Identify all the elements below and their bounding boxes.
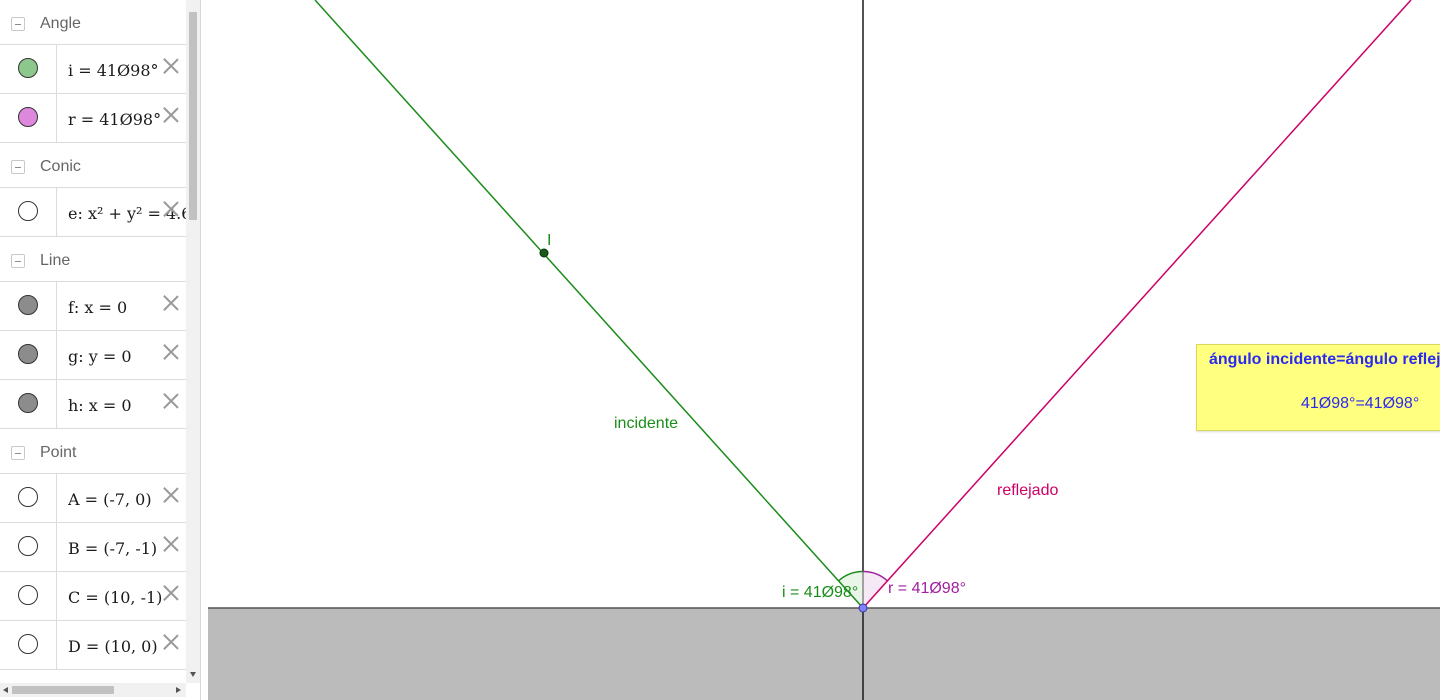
marble-cell — [0, 523, 57, 571]
delete-icon[interactable] — [163, 585, 179, 601]
group-title-point: Point — [40, 444, 77, 461]
algebra-item-line-g[interactable]: g: y = 0 — [0, 331, 186, 380]
note-equation-text: ángulo incidente=ángulo reflejado — [1209, 351, 1440, 368]
algebra-list: Angle i = 41Ø98° r = 41Ø98° Conic e: x² … — [0, 0, 186, 683]
delete-icon[interactable] — [163, 393, 179, 409]
group-header-point[interactable]: Point — [0, 429, 186, 474]
incident-label: incidente — [614, 415, 678, 432]
marble-cell — [0, 380, 57, 428]
group-title-conic: Conic — [40, 158, 81, 175]
delete-icon[interactable] — [163, 487, 179, 503]
equality-text-box[interactable]: ángulo incidente=ángulo reflejado 41Ø98°… — [1196, 344, 1440, 431]
point-i[interactable] — [539, 248, 549, 258]
visibility-marble[interactable] — [18, 487, 38, 507]
marble-cell — [0, 45, 57, 93]
delete-icon[interactable] — [163, 201, 179, 217]
marble-cell — [0, 474, 57, 522]
visibility-marble[interactable] — [18, 585, 38, 605]
delete-icon[interactable] — [163, 58, 179, 74]
algebra-item-point-b[interactable]: B = (-7, -1) — [0, 523, 186, 572]
point-i-label: I — [547, 232, 551, 249]
marble-cell — [0, 282, 57, 330]
ground-region[interactable] — [208, 608, 1440, 700]
marble-cell — [0, 621, 57, 669]
collapse-icon[interactable] — [11, 17, 25, 31]
algebra-item-angle-r[interactable]: r = 41Ø98° — [0, 94, 186, 143]
incident-ray[interactable] — [314, 0, 864, 609]
angle-i-label: i = 41Ø98° — [782, 584, 858, 601]
angle-r-sector[interactable] — [863, 571, 888, 609]
visibility-marble[interactable] — [18, 634, 38, 654]
algebra-view: Angle i = 41Ø98° r = 41Ø98° Conic e: x² … — [0, 0, 201, 700]
delete-icon[interactable] — [163, 344, 179, 360]
algebra-vertical-scrollbar[interactable] — [186, 0, 200, 683]
group-title-line: Line — [40, 252, 71, 269]
scroll-right-arrow-icon[interactable] — [176, 687, 181, 693]
collapse-icon[interactable] — [11, 446, 25, 460]
graphics-view[interactable]: I incidente reflejado i = 41Ø98° r = 41Ø… — [201, 0, 1440, 700]
algebra-item-point-a[interactable]: A = (-7, 0) — [0, 474, 186, 523]
note-values-text: 41Ø98°=41Ø98° — [1301, 395, 1420, 412]
collapse-icon[interactable] — [11, 254, 25, 268]
visibility-marble[interactable] — [18, 58, 38, 78]
intersection-point[interactable] — [858, 603, 868, 613]
group-title-angle: Angle — [40, 15, 81, 32]
scroll-left-arrow-icon[interactable] — [3, 687, 8, 693]
visibility-marble[interactable] — [18, 344, 38, 364]
delete-icon[interactable] — [163, 536, 179, 552]
algebra-item-conic-e[interactable]: e: x² + y² = 4.6 — [0, 188, 186, 237]
visibility-marble[interactable] — [18, 201, 38, 221]
group-header-conic[interactable]: Conic — [0, 143, 186, 188]
algebra-item-point-c[interactable]: C = (10, -1) — [0, 572, 186, 621]
delete-icon[interactable] — [163, 295, 179, 311]
visibility-marble[interactable] — [18, 536, 38, 556]
scrollbar-thumb[interactable] — [12, 686, 114, 694]
visibility-marble[interactable] — [18, 107, 38, 127]
reflected-label: reflejado — [997, 482, 1058, 499]
scroll-down-arrow-icon[interactable] — [190, 672, 196, 677]
scrollbar-thumb[interactable] — [189, 12, 197, 220]
group-header-line[interactable]: Line — [0, 237, 186, 282]
delete-icon[interactable] — [163, 634, 179, 650]
delete-icon[interactable] — [163, 107, 179, 123]
algebra-item-angle-i[interactable]: i = 41Ø98° — [0, 45, 186, 94]
marble-cell — [0, 94, 57, 142]
algebra-item-line-h[interactable]: h: x = 0 — [0, 380, 186, 429]
algebra-horizontal-scrollbar[interactable] — [0, 683, 186, 697]
reflected-ray[interactable] — [862, 0, 1412, 609]
visibility-marble[interactable] — [18, 393, 38, 413]
collapse-icon[interactable] — [11, 160, 25, 174]
group-header-angle[interactable]: Angle — [0, 0, 186, 45]
visibility-marble[interactable] — [18, 295, 38, 315]
marble-cell — [0, 188, 57, 236]
angle-r-label: r = 41Ø98° — [888, 580, 966, 597]
algebra-item-point-d[interactable]: D = (10, 0) — [0, 621, 186, 670]
marble-cell — [0, 331, 57, 379]
marble-cell — [0, 572, 57, 620]
algebra-item-line-f[interactable]: f: x = 0 — [0, 282, 186, 331]
